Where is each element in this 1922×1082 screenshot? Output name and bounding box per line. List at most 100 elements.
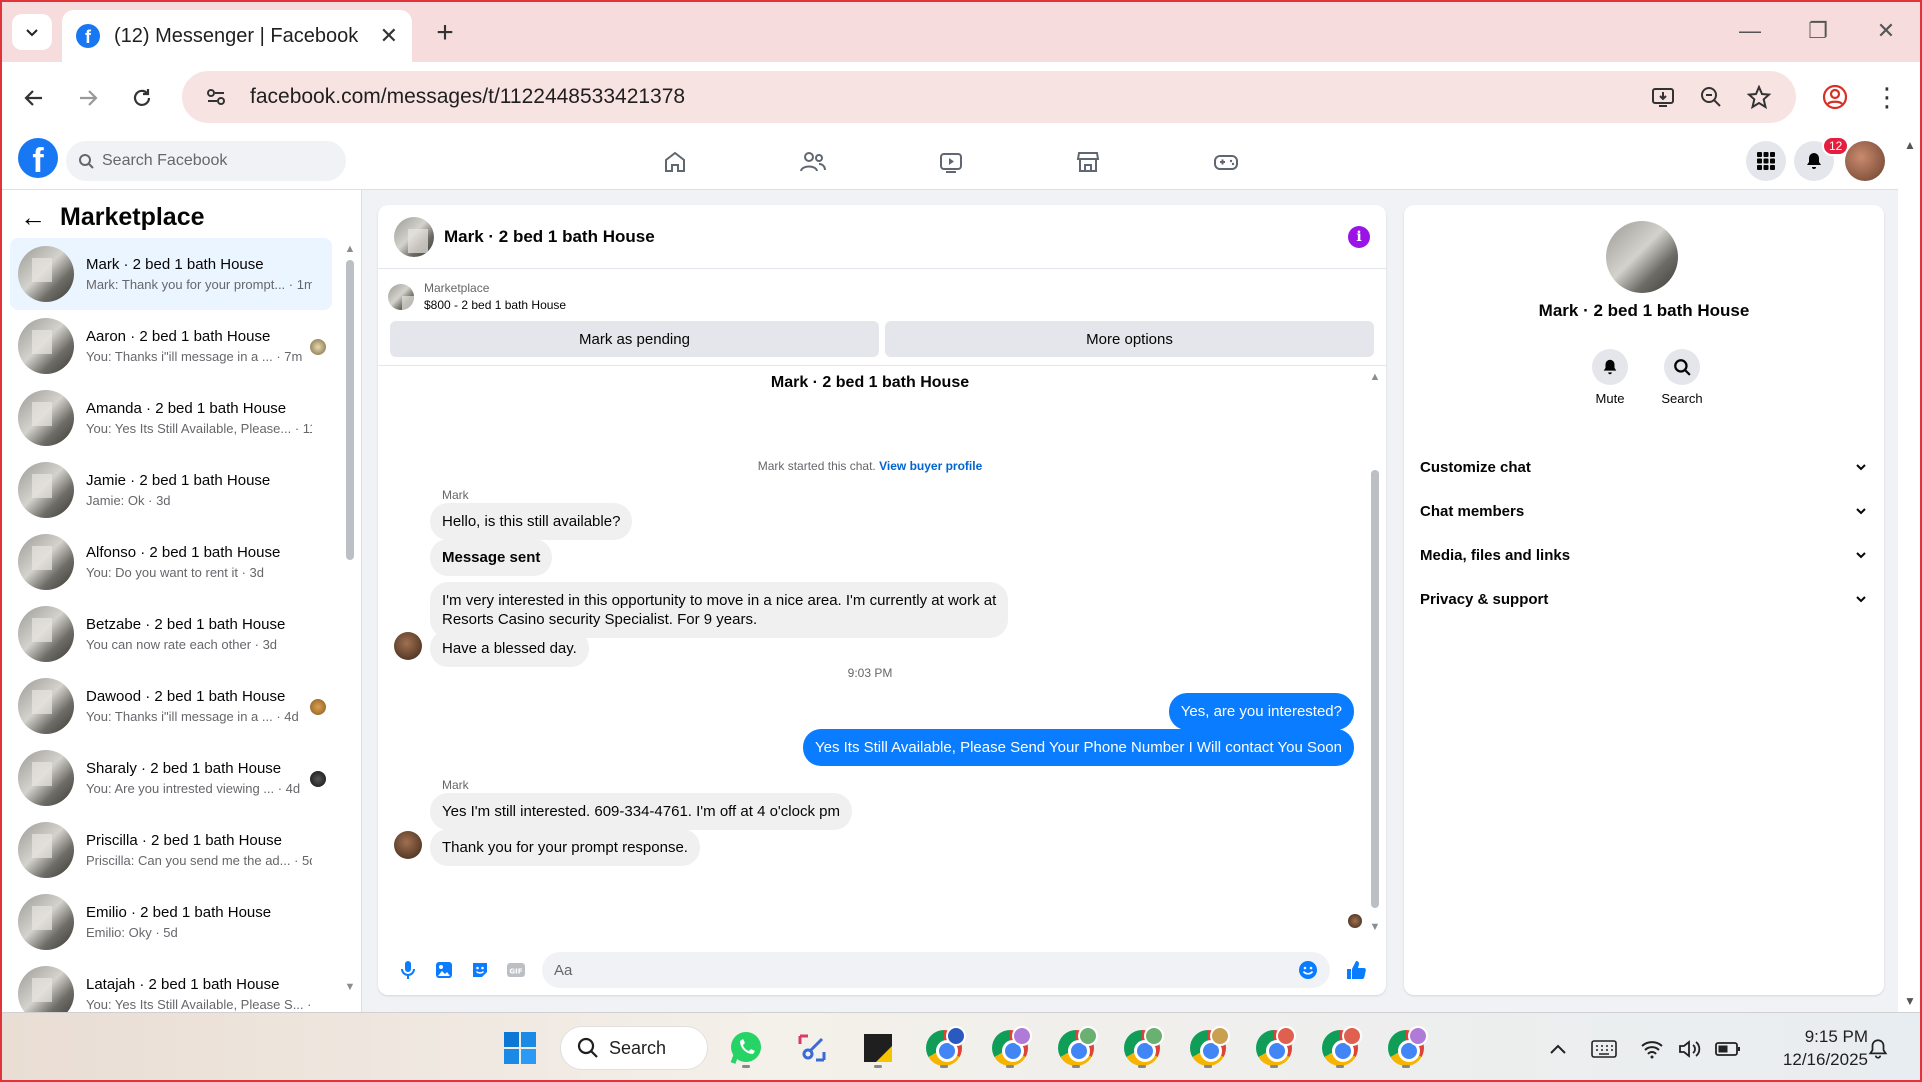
info-icon[interactable]: i	[1348, 225, 1370, 248]
start-button[interactable]	[498, 1026, 542, 1070]
chrome-window[interactable]	[922, 1026, 966, 1070]
customize-chat-section[interactable]: Customize chat	[1416, 447, 1872, 487]
facebook-logo-icon[interactable]: f	[18, 138, 58, 178]
whatsapp-app[interactable]	[724, 1026, 768, 1070]
conversation-item[interactable]: Amanda · 2 bed 1 bath House You: Yes Its …	[10, 382, 332, 454]
new-tab-button[interactable]: +	[428, 16, 462, 50]
chrome-window[interactable]	[1384, 1026, 1428, 1070]
url-text[interactable]: facebook.com/messages/t/1122448533421378	[250, 85, 1632, 109]
zoom-icon[interactable]	[1694, 80, 1728, 114]
notification-bell-icon[interactable]	[1864, 1035, 1892, 1063]
photo-icon[interactable]	[432, 958, 456, 982]
forward-button[interactable]	[70, 80, 106, 116]
emoji-icon[interactable]	[1298, 960, 1318, 980]
conversation-item[interactable]: Priscilla · 2 bed 1 bath House Priscilla:…	[10, 814, 332, 886]
scroll-down-arrow-icon[interactable]: ▼	[344, 982, 356, 993]
site-info-icon[interactable]	[202, 83, 230, 111]
install-app-icon[interactable]	[1646, 80, 1680, 114]
outgoing-message[interactable]: Yes Its Still Available, Please Send You…	[802, 729, 1354, 766]
friends-icon[interactable]	[795, 144, 831, 180]
thread-scrollbar[interactable]: ▲ ▼	[1368, 366, 1382, 936]
tab-close-icon[interactable]: ✕	[380, 23, 398, 49]
scroll-up-arrow-icon[interactable]: ▲	[1369, 372, 1381, 383]
conversation-item[interactable]: Emilio · 2 bed 1 bath House Emilio: Oky ·…	[10, 886, 332, 958]
chat-members-section[interactable]: Chat members	[1416, 491, 1872, 531]
sticker-icon[interactable]	[468, 958, 492, 982]
scroll-up-arrow-icon[interactable]: ▲	[344, 244, 356, 255]
incoming-message[interactable]: Message sent	[430, 539, 553, 576]
system-clock[interactable]: 9:15 PM 12/16/2025	[1760, 1025, 1868, 1071]
home-icon[interactable]	[657, 144, 693, 180]
incoming-message[interactable]: Thank you for your prompt response.	[430, 829, 700, 866]
facebook-search-input[interactable]	[102, 152, 322, 170]
battery-icon[interactable]	[1714, 1035, 1742, 1063]
sidebar-scrollbar[interactable]: ▲ ▼	[344, 244, 356, 993]
conversation-item[interactable]: Dawood · 2 bed 1 bath House You: Thanks i…	[10, 670, 332, 742]
sender-avatar[interactable]	[394, 831, 422, 859]
conversation-item[interactable]: Alfonso · 2 bed 1 bath House You: Do you …	[10, 526, 332, 598]
chrome-window[interactable]	[1186, 1026, 1230, 1070]
browser-profile-icon[interactable]	[1818, 80, 1852, 114]
taskbar-search[interactable]: Search	[560, 1026, 708, 1070]
conversation-item[interactable]: Betzabe · 2 bed 1 bath House You can now …	[10, 598, 332, 670]
reload-button[interactable]	[124, 80, 160, 116]
show-hidden-icons-chevron-icon[interactable]	[1544, 1035, 1572, 1063]
chat-avatar[interactable]	[394, 216, 434, 257]
minimize-button[interactable]: —	[1730, 14, 1770, 48]
mute-button[interactable]: Mute	[1580, 349, 1640, 406]
scroll-down-arrow-icon[interactable]: ▼	[1904, 994, 1916, 1008]
tab-search-button[interactable]	[12, 14, 52, 50]
account-avatar[interactable]	[1845, 141, 1885, 181]
scroll-up-arrow-icon[interactable]: ▲	[1904, 138, 1916, 152]
more-options-button[interactable]: More options	[885, 321, 1374, 357]
media-files-links-section[interactable]: Media, files and links	[1416, 535, 1872, 575]
search-chat-button[interactable]: Search	[1652, 349, 1712, 406]
listing-summary[interactable]: Marketplace $800 - 2 bed 1 bath House	[388, 279, 1378, 315]
message-input[interactable]	[554, 961, 1298, 979]
restore-button[interactable]: ❐	[1798, 14, 1838, 48]
gif-icon[interactable]: GIF	[504, 958, 528, 982]
conversation-item[interactable]: Latajah · 2 bed 1 bath House You: Yes Its…	[10, 958, 332, 1012]
menu-grid-button[interactable]	[1746, 141, 1786, 181]
microphone-icon[interactable]	[396, 958, 420, 982]
chrome-window[interactable]	[988, 1026, 1032, 1070]
back-button[interactable]	[16, 80, 52, 116]
marketplace-icon[interactable]	[1070, 144, 1106, 180]
view-buyer-profile-link[interactable]: View buyer profile	[879, 459, 982, 473]
scrollbar-thumb[interactable]	[346, 260, 354, 560]
outgoing-message[interactable]: Yes, are you interested?	[1168, 693, 1354, 730]
conversation-item[interactable]: Sharaly · 2 bed 1 bath House You: Are you…	[10, 742, 332, 814]
message-input-wrapper[interactable]	[542, 952, 1330, 988]
gaming-icon[interactable]	[1208, 144, 1244, 180]
privacy-support-section[interactable]: Privacy & support	[1416, 579, 1872, 619]
video-icon[interactable]	[933, 144, 969, 180]
sender-avatar[interactable]	[394, 632, 422, 660]
chrome-window[interactable]	[1252, 1026, 1296, 1070]
chrome-window[interactable]	[1120, 1026, 1164, 1070]
facebook-search[interactable]	[66, 141, 346, 181]
scroll-down-arrow-icon[interactable]: ▼	[1369, 922, 1381, 933]
browser-tab-active[interactable]: f (12) Messenger | Facebook ✕	[62, 10, 412, 62]
chrome-window[interactable]	[1318, 1026, 1362, 1070]
thumbs-up-icon[interactable]	[1344, 958, 1368, 982]
bookmark-star-icon[interactable]	[1742, 80, 1776, 114]
browser-menu-icon[interactable]: ⋮	[1872, 80, 1902, 114]
wifi-icon[interactable]	[1638, 1035, 1666, 1063]
mark-as-pending-button[interactable]: Mark as pending	[390, 321, 879, 357]
address-bar[interactable]: facebook.com/messages/t/1122448533421378	[182, 71, 1796, 123]
chat-title[interactable]: Mark · 2 bed 1 bath House	[444, 227, 1348, 247]
sticky-notes-app[interactable]	[856, 1026, 900, 1070]
conversation-item[interactable]: Aaron · 2 bed 1 bath House You: Thanks i"…	[10, 310, 332, 382]
volume-icon[interactable]	[1676, 1035, 1704, 1063]
incoming-message[interactable]: Yes I'm still interested. 609-334-4761. …	[430, 793, 852, 830]
keyboard-icon[interactable]	[1590, 1035, 1618, 1063]
page-scrollbar[interactable]: ▲ ▼	[1898, 132, 1922, 1012]
conversation-item[interactable]: Mark · 2 bed 1 bath House Mark: Thank you…	[10, 238, 332, 310]
close-window-button[interactable]: ✕	[1866, 14, 1906, 48]
snipping-tool-app[interactable]	[790, 1026, 834, 1070]
scrollbar-thumb[interactable]	[1371, 470, 1379, 908]
chrome-window[interactable]	[1054, 1026, 1098, 1070]
incoming-message[interactable]: Hello, is this still available?	[430, 503, 633, 540]
contact-avatar[interactable]	[1606, 221, 1678, 293]
conversation-item[interactable]: Jamie · 2 bed 1 bath House Jamie: Ok · 3d	[10, 454, 332, 526]
